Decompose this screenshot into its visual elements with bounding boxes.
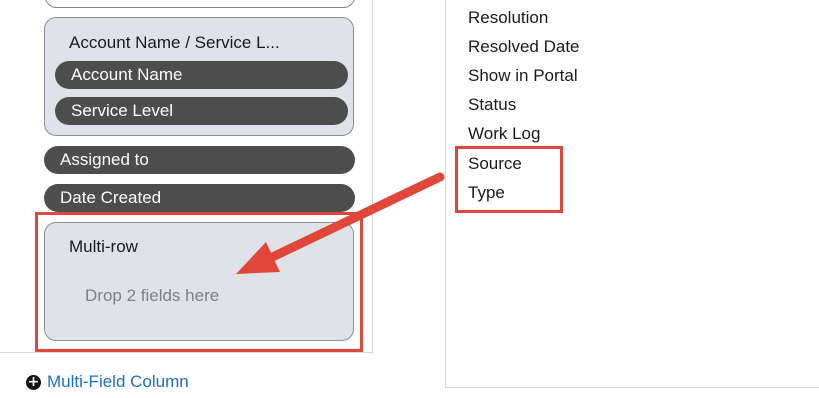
field-item-work-log[interactable]: Work Log [468,124,540,144]
group-title: Account Name / Service L... [69,33,280,52]
field-pill-partial[interactable] [44,0,356,8]
field-pill-account-name[interactable]: Account Name [55,61,348,89]
multirow-dropzone[interactable]: Multi-row Drop 2 fields here [44,222,354,341]
add-multi-field-column-label: Multi-Field Column [47,372,189,391]
available-fields-panel: Resolution Resolved Date Show in Portal … [445,0,819,388]
field-pill-service-level[interactable]: Service Level [55,97,348,125]
field-pill-assigned-to[interactable]: Assigned to [44,146,355,174]
field-item-resolved-date[interactable]: Resolved Date [468,37,580,57]
multirow-drop-hint: Drop 2 fields here [85,286,220,305]
field-item-status[interactable]: Status [468,95,516,115]
plus-circle-icon: + [26,373,41,390]
field-item-resolution[interactable]: Resolution [468,8,548,28]
add-multi-field-column-link[interactable]: + Multi-Field Column [26,372,189,392]
field-item-show-in-portal[interactable]: Show in Portal [468,66,578,86]
multirow-title: Multi-row [69,237,138,256]
field-item-type[interactable]: Type [468,183,505,203]
layout-column: Account Name / Service L... Account Name… [0,0,373,353]
field-item-source[interactable]: Source [468,154,522,174]
field-pill-date-created[interactable]: Date Created [44,184,355,212]
